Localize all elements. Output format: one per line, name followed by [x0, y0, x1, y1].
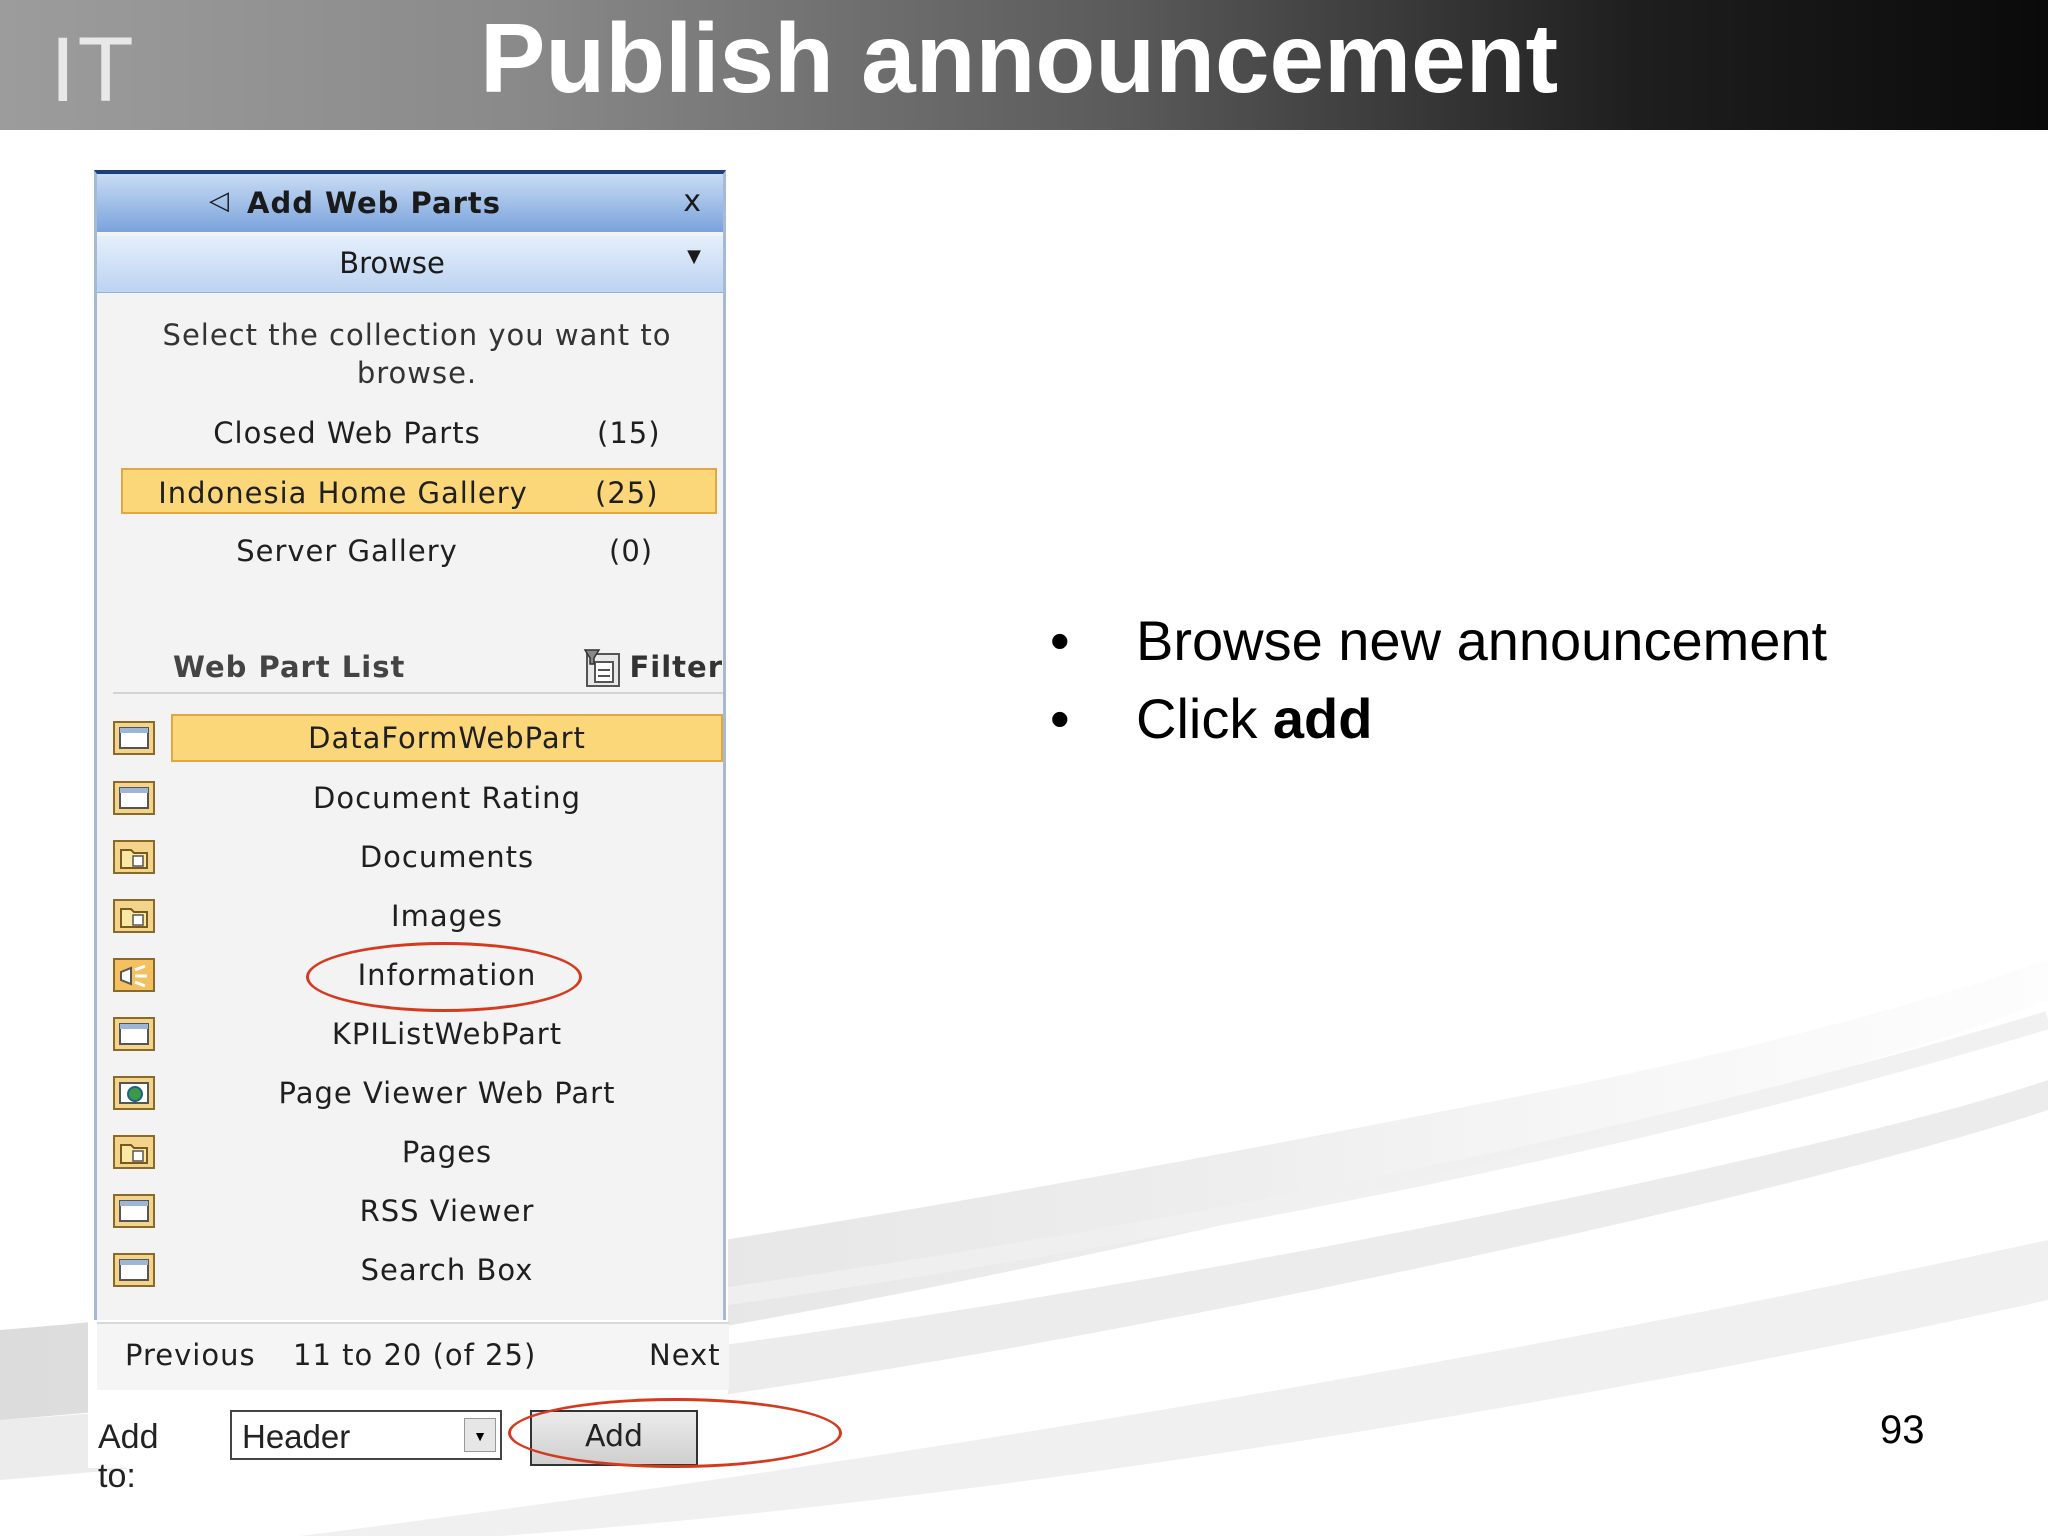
add-to-zone-select[interactable]: Header ▼ — [230, 1410, 502, 1460]
web-part-item-document-rating[interactable]: Document Rating — [113, 774, 723, 824]
web-part-label: Page Viewer Web Part — [278, 1076, 616, 1110]
add-web-parts-panel: ◁ Add Web Parts x Browse ▼ Select the co… — [88, 170, 842, 1495]
collection-name: Indonesia Home Gallery — [158, 476, 528, 510]
slide-header: IT Publish announcement — [0, 0, 2048, 130]
web-part-item-search-box[interactable]: Search Box — [113, 1246, 723, 1296]
collapse-icon[interactable]: ◁ — [209, 186, 229, 216]
filter-icon — [584, 649, 621, 687]
web-part-item-images[interactable]: Images — [113, 892, 723, 942]
web-part-label: KPIListWebPart — [331, 1017, 563, 1051]
web-part-item-information[interactable]: Information — [113, 951, 723, 1001]
filter-button[interactable]: Filter — [583, 648, 723, 690]
web-part-item-documents[interactable]: Documents — [113, 833, 723, 883]
chevron-down-icon[interactable]: ▼ — [464, 1418, 496, 1452]
add-to-zone-value: Header — [242, 1418, 351, 1455]
browse-dropdown[interactable]: Browse ▼ — [97, 236, 723, 293]
bullet-text: Browse new announcement — [1136, 609, 1828, 672]
web-part-item-kpilistwebpart[interactable]: KPIListWebPart — [113, 1010, 723, 1060]
web-part-label: Document Rating — [313, 781, 581, 815]
collection-count: (15) — [597, 416, 661, 450]
library-icon — [113, 840, 155, 874]
webpart-icon — [113, 1194, 155, 1228]
web-part-item-pages[interactable]: Pages — [113, 1128, 723, 1178]
page-range: 11 to 20 (of 25) — [293, 1338, 537, 1372]
web-part-item-page-viewer[interactable]: Page Viewer Web Part — [113, 1069, 723, 1119]
collection-indonesia-home-gallery[interactable]: Indonesia Home Gallery (25) — [121, 468, 717, 514]
web-part-label: Pages — [401, 1135, 493, 1169]
webpart-icon — [113, 721, 155, 755]
web-part-label: DataFormWebPart — [171, 714, 723, 762]
pager: Previous 11 to 20 (of 25) Next — [97, 1322, 729, 1390]
page-number: 93 — [1880, 1408, 1925, 1452]
panel-title-bar: ◁ Add Web Parts x — [97, 174, 723, 232]
logo: IT — [50, 19, 136, 121]
filter-label: Filter — [629, 650, 723, 684]
web-part-label: Search Box — [360, 1253, 534, 1287]
library-icon — [113, 1135, 155, 1169]
collection-name: Server Gallery — [236, 534, 458, 568]
collection-closed-web-parts[interactable]: Closed Web Parts (15) — [197, 410, 697, 456]
announcement-icon — [113, 958, 155, 992]
add-button[interactable]: Add — [530, 1410, 698, 1466]
web-part-label: RSS Viewer — [359, 1194, 535, 1228]
web-part-item-rss-viewer[interactable]: RSS Viewer — [113, 1187, 723, 1237]
collection-count: (25) — [595, 476, 659, 510]
library-icon — [113, 899, 155, 933]
instruction-text: Select the collection you want to browse… — [162, 318, 672, 390]
collection-server-gallery[interactable]: Server Gallery (0) — [197, 528, 697, 574]
previous-link[interactable]: Previous — [125, 1338, 256, 1372]
bullet-prefix: Click — [1136, 687, 1273, 750]
webpart-icon — [113, 781, 155, 815]
web-part-label: Information — [357, 958, 537, 992]
web-part-list-heading: Web Part List — [173, 650, 406, 684]
web-part-list-header: Web Part List Filter — [113, 642, 723, 694]
webpart-icon — [113, 1017, 155, 1051]
close-icon[interactable]: x — [683, 184, 701, 219]
webpart-icon — [113, 1253, 155, 1287]
collection-count: (0) — [609, 534, 654, 568]
browse-label: Browse — [339, 246, 445, 280]
panel-title: Add Web Parts — [247, 186, 502, 220]
panel-frame: ◁ Add Web Parts x Browse ▼ Select the co… — [94, 170, 729, 1390]
web-part-label: Images — [391, 899, 503, 933]
chevron-down-icon: ▼ — [687, 246, 701, 267]
slide-title: Publish announcement — [480, 3, 1559, 113]
add-to-label: Add to: — [98, 1418, 159, 1495]
web-part-label: Documents — [359, 840, 535, 874]
page-viewer-icon — [113, 1076, 155, 1110]
bullet-text: Click add — [1136, 686, 1372, 751]
bullet-emphasis: add — [1272, 687, 1373, 750]
next-link[interactable]: Next — [649, 1338, 723, 1372]
collection-name: Closed Web Parts — [213, 416, 481, 450]
web-part-item-dataformwebpart[interactable]: DataFormWebPart — [113, 714, 723, 764]
bullet-marker: • — [1050, 687, 1070, 750]
bullet-marker: • — [1050, 609, 1070, 672]
